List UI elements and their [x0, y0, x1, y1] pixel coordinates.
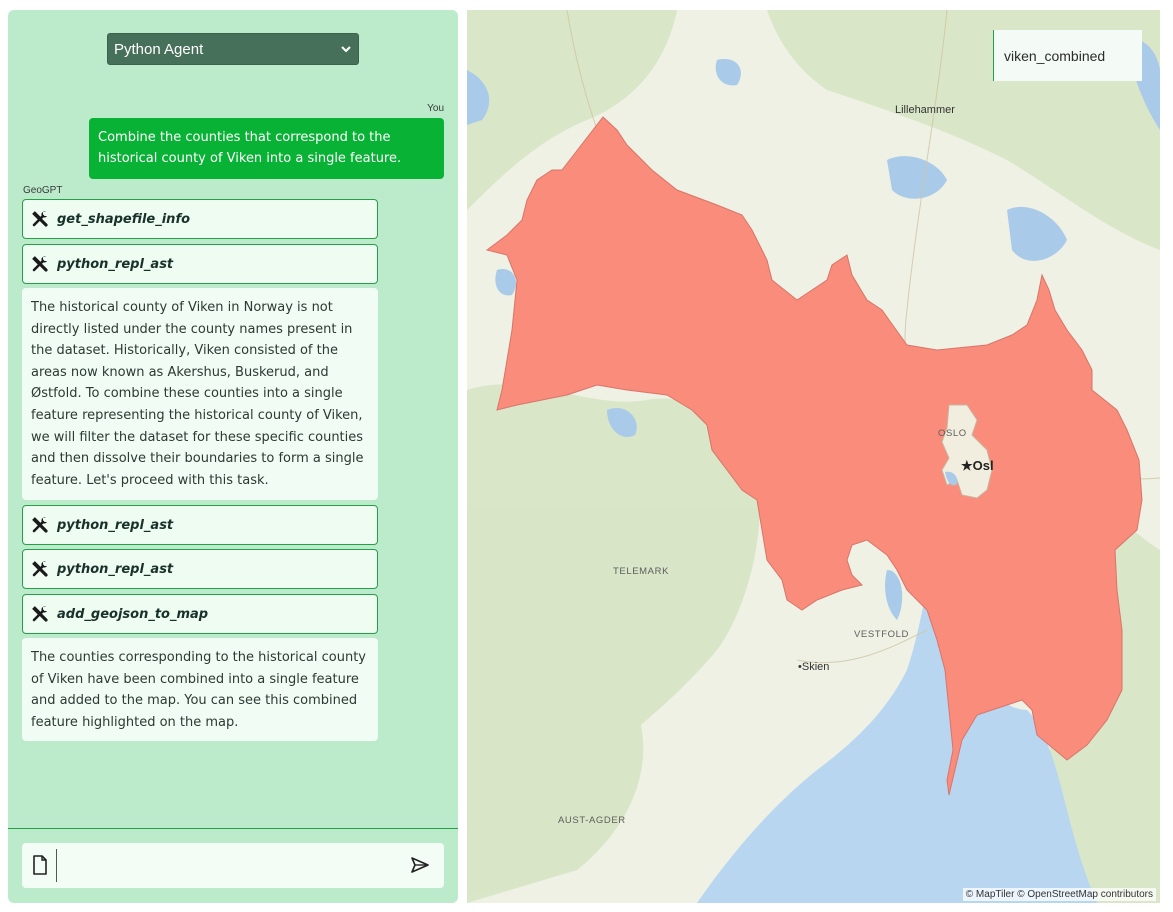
tool-call-name: python_repl_ast — [57, 256, 174, 272]
chat-input[interactable] — [62, 851, 402, 880]
tools-icon — [32, 517, 48, 533]
place-label-skien: •Skien — [798, 661, 830, 673]
user-message: Combine the counties that correspond to … — [89, 118, 444, 179]
chat-input-bar — [22, 843, 444, 888]
tool-call-name: add_geojson_to_map — [57, 606, 209, 622]
bot-message: The counties corresponding to the histor… — [22, 638, 378, 741]
bot-label: GeoGPT — [23, 185, 63, 196]
tools-icon — [32, 256, 48, 272]
tool-call-python-repl-ast[interactable]: python_repl_ast — [22, 244, 378, 284]
place-label-aust-agder: AUST-AGDER — [558, 815, 626, 826]
place-label-vestfold: VESTFOLD — [854, 629, 909, 640]
send-icon[interactable] — [410, 856, 430, 874]
agent-select[interactable]: Python Agent — [107, 33, 359, 65]
tool-call-python-repl-ast[interactable]: python_repl_ast — [22, 505, 378, 545]
basemap — [467, 10, 1160, 903]
file-attach-icon[interactable] — [32, 855, 48, 875]
tool-call-python-repl-ast[interactable]: python_repl_ast — [22, 549, 378, 589]
agent-select-value: Python Agent — [114, 40, 204, 58]
place-label-oslo-city: ★Osl — [961, 458, 994, 473]
chat-panel: Python Agent You Combine the counties th… — [8, 10, 458, 903]
tool-call-get-shapefile-info[interactable]: get_shapefile_info — [22, 199, 378, 239]
tool-call-name: python_repl_ast — [57, 561, 174, 577]
input-divider — [8, 828, 458, 829]
oslo-city-text: Osl — [972, 458, 994, 473]
tool-call-add-geojson-to-map[interactable]: add_geojson_to_map — [22, 594, 378, 634]
map-attribution[interactable]: © MapTiler © OpenStreetMap contributors — [962, 888, 1156, 901]
tool-call-name: python_repl_ast — [57, 517, 174, 533]
place-label-lillehammer: Lillehammer — [895, 104, 955, 116]
input-caret — [56, 849, 57, 882]
tools-icon — [32, 561, 48, 577]
tools-icon — [32, 211, 48, 227]
map-view[interactable]: viken_combined Lillehammer OSLO ★Osl TEL… — [467, 10, 1160, 903]
tools-icon — [32, 606, 48, 622]
chevron-down-icon — [341, 46, 351, 53]
skien-text: Skien — [801, 661, 830, 673]
place-label-telemark: TELEMARK — [613, 566, 670, 577]
user-label: You — [427, 103, 444, 114]
place-label-oslo-region: OSLO — [938, 428, 967, 439]
layer-list-item[interactable]: viken_combined — [993, 30, 1142, 81]
tool-call-name: get_shapefile_info — [57, 211, 191, 227]
bot-message: The historical county of Viken in Norway… — [22, 288, 378, 500]
